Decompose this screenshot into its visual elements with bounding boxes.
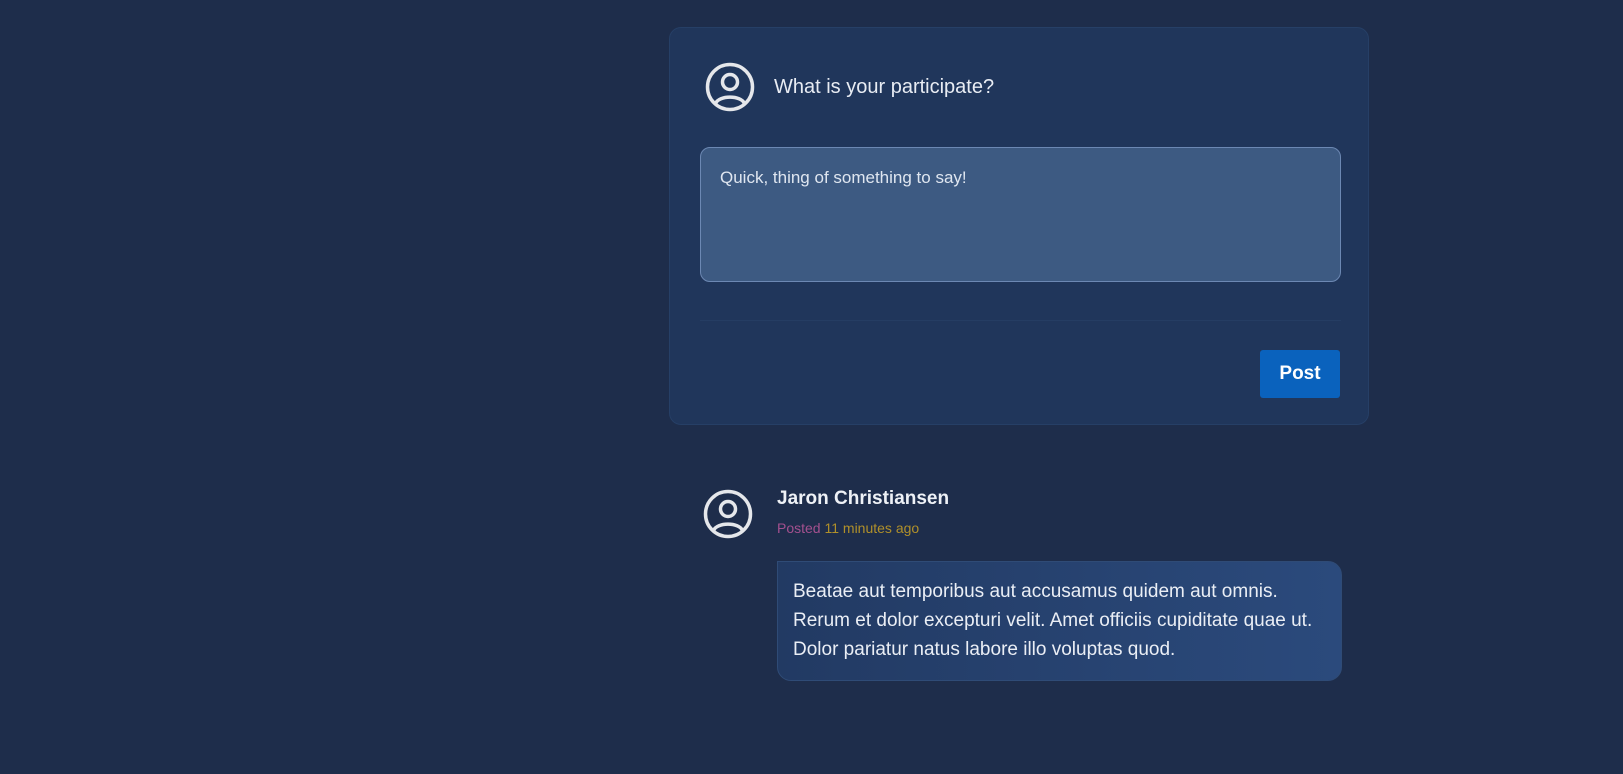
post-composer-card: What is your participate? Post [669,27,1369,425]
post-textarea[interactable] [700,147,1341,282]
post-button[interactable]: Post [1260,350,1340,398]
comment-body: Beatae aut temporibus aut accusamus quid… [777,561,1342,681]
composer-title: What is your participate? [774,75,995,98]
comment-author: Jaron Christiansen [777,488,950,509]
user-circle-icon [705,62,755,112]
comment-meta: Posted 11 minutes ago [777,520,919,536]
composer-divider [700,320,1341,321]
user-circle-icon [703,489,753,539]
comment-timestamp: 11 minutes ago [824,520,920,536]
posted-label: Posted [777,520,821,536]
composer-header: What is your participate? [705,62,994,112]
